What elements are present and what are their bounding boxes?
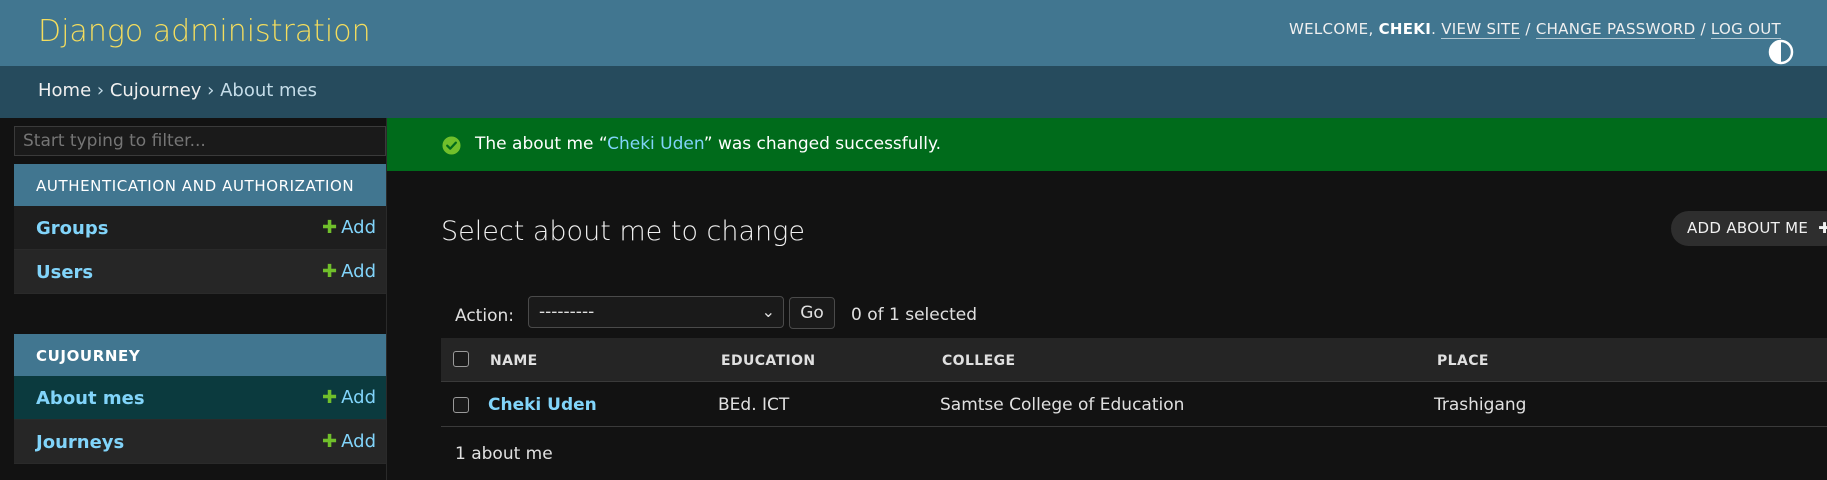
model-link-journeys[interactable]: Journeys: [36, 432, 124, 453]
row-college: Samtse College of Education: [940, 395, 1185, 415]
row-name-link[interactable]: Cheki Uden: [488, 395, 597, 415]
model-link-users[interactable]: Users: [36, 262, 93, 283]
separator: /: [1520, 20, 1536, 38]
breadcrumb: Home › Cujourney › About mes: [0, 66, 1827, 118]
column-header-place[interactable]: Place: [1437, 353, 1489, 369]
breadcrumb-current: About mes: [220, 80, 318, 101]
main-content: The about me “Cheki Uden” was changed su…: [387, 118, 1827, 480]
sidebar-item-users: Users ✚ Add: [14, 250, 386, 294]
plus-icon: ✚: [1818, 219, 1827, 237]
success-message: The about me “Cheki Uden” was changed su…: [387, 118, 1827, 171]
table-row: Cheki Uden BEd. ICT Samtse College of Ed…: [441, 382, 1827, 427]
message-prefix: The about me “: [475, 134, 608, 154]
plus-icon: ✚: [322, 387, 338, 408]
add-groups-link[interactable]: ✚ Add: [322, 217, 376, 238]
separator: /: [1695, 20, 1711, 38]
header: Django administration WELCOME, CHEKI. VI…: [0, 0, 1827, 66]
message-text: The about me “Cheki Uden” was changed su…: [475, 134, 941, 154]
breadcrumb-separator: ›: [91, 80, 110, 101]
add-label: Add: [341, 261, 376, 282]
add-label: Add: [341, 431, 376, 452]
page-title: Select about me to change: [441, 216, 805, 247]
table-header: Name Education College Place: [441, 338, 1827, 382]
row-place: Trashigang: [1434, 395, 1527, 415]
sidebar-filter-input[interactable]: [14, 126, 386, 156]
user-tools: WELCOME, CHEKI. VIEW SITE / CHANGE PASSW…: [1288, 20, 1794, 65]
add-label: Add: [341, 387, 376, 408]
breadcrumb-separator: ›: [201, 80, 221, 101]
site-branding[interactable]: Django administration: [38, 14, 371, 49]
action-select[interactable]: --------- ⌄: [528, 296, 784, 328]
column-header-college[interactable]: College: [942, 353, 1015, 369]
message-suffix: ” was changed successfully.: [703, 134, 942, 154]
action-selected-value: ---------: [539, 302, 595, 322]
sidebar-item-groups: Groups ✚ Add: [14, 206, 386, 250]
view-site-link[interactable]: VIEW SITE: [1441, 20, 1521, 39]
plus-icon: ✚: [322, 431, 338, 452]
column-header-name[interactable]: Name: [490, 353, 538, 369]
theme-toggle-icon[interactable]: [1767, 38, 1795, 66]
app-caption-auth[interactable]: Authentication and Authorization: [14, 164, 386, 206]
sidebar-item-journeys: Journeys ✚ Add: [14, 420, 386, 464]
actions-bar: Action: --------- ⌄ Go 0 of 1 selected: [441, 288, 1827, 336]
username: CHEKI: [1378, 20, 1432, 38]
welcome-text: WELCOME,: [1288, 20, 1379, 38]
add-label: Add: [341, 217, 376, 238]
add-button-label: ADD ABOUT ME: [1687, 219, 1809, 237]
row-checkbox[interactable]: [453, 397, 469, 413]
model-link-groups[interactable]: Groups: [36, 218, 108, 239]
paginator: 1 about me: [455, 444, 553, 464]
add-users-link[interactable]: ✚ Add: [322, 261, 376, 282]
select-all-checkbox[interactable]: [453, 351, 469, 367]
change-password-link[interactable]: CHANGE PASSWORD: [1535, 20, 1696, 39]
go-button[interactable]: Go: [789, 297, 835, 329]
sidebar-item-about-mes: About mes ✚ Add: [14, 376, 386, 420]
chevron-down-icon: ⌄: [761, 302, 775, 321]
app-caption-cujourney[interactable]: Cujourney: [14, 334, 386, 376]
add-about-mes-link[interactable]: ✚ Add: [322, 387, 376, 408]
check-circle-icon: [442, 136, 461, 155]
breadcrumb-app[interactable]: Cujourney: [110, 80, 202, 101]
action-label: Action:: [455, 306, 514, 326]
plus-icon: ✚: [322, 261, 338, 282]
nav-sidebar: Authentication and Authorization Groups …: [0, 118, 387, 480]
selected-count: 0 of 1 selected: [851, 305, 977, 325]
message-object-link[interactable]: Cheki Uden: [607, 134, 704, 154]
log-out-link[interactable]: LOG OUT: [1710, 20, 1781, 39]
column-header-education[interactable]: Education: [721, 353, 816, 369]
plus-icon: ✚: [322, 217, 338, 238]
add-about-me-button[interactable]: ADD ABOUT ME ✚: [1671, 211, 1827, 246]
breadcrumb-home[interactable]: Home: [38, 80, 91, 101]
model-link-about-mes[interactable]: About mes: [36, 388, 145, 409]
add-journeys-link[interactable]: ✚ Add: [322, 431, 376, 452]
row-education: BEd. ICT: [718, 395, 790, 415]
